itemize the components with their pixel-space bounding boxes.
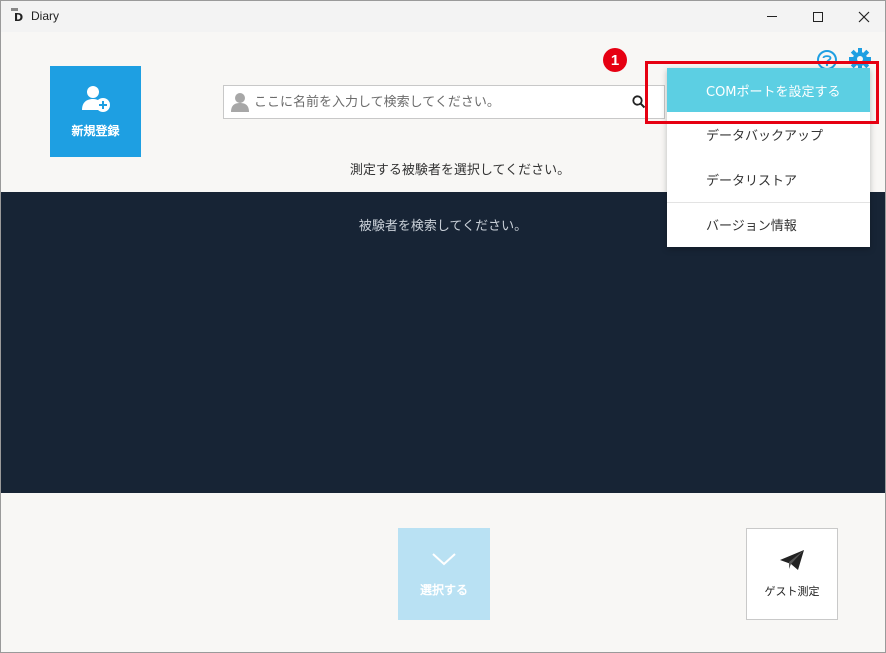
search-input[interactable]	[254, 87, 617, 117]
menu-item-label: バージョン情報	[706, 219, 797, 234]
maximize-icon	[813, 11, 823, 22]
close-button[interactable]	[841, 1, 885, 32]
user-icon	[231, 93, 249, 112]
highlight-box	[645, 61, 879, 124]
select-button[interactable]: 選択する	[398, 528, 490, 620]
maximize-button[interactable]	[795, 1, 841, 32]
search-box	[223, 85, 618, 119]
title-bar: D Diary	[1, 1, 885, 32]
app-icon: D	[11, 8, 25, 25]
menu-item-label: データリストア	[706, 174, 798, 189]
new-register-label: 新規登録	[71, 124, 120, 138]
paper-plane-icon	[780, 550, 804, 570]
window-title: Diary	[31, 9, 60, 23]
app-window: D Diary 新規登録 ここに名前を入力して検索してください。 測定する被験者…	[0, 0, 886, 653]
minimize-button[interactable]	[749, 1, 795, 32]
close-icon	[858, 11, 870, 22]
minimize-icon	[767, 16, 777, 17]
guest-label: ゲスト測定	[764, 586, 820, 598]
select-label: 選択する	[419, 582, 468, 597]
menu-item-version[interactable]: バージョン情報	[667, 202, 870, 247]
new-register-button[interactable]: 新規登録	[50, 66, 141, 157]
step-badge: 1	[603, 48, 627, 72]
menu-item-label: データバックアップ	[706, 129, 824, 144]
guest-measure-button[interactable]: ゲスト測定	[746, 528, 838, 620]
add-user-icon	[81, 86, 110, 112]
menu-item-restore[interactable]: データリストア	[667, 157, 870, 202]
search-icon	[632, 95, 646, 109]
chevron-down-icon	[432, 552, 456, 565]
